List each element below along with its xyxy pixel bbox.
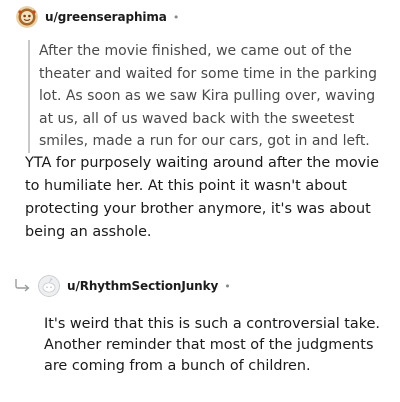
username-link[interactable]: u/greenseraphima bbox=[45, 10, 167, 24]
username-link[interactable]: u/RhythmSectionJunky bbox=[67, 279, 218, 293]
quoted-text: After the movie finished, we came out of… bbox=[28, 40, 389, 153]
separator-dot: • bbox=[172, 10, 180, 24]
comment-body: YTA for purposely waiting around after t… bbox=[25, 155, 380, 240]
default-avatar-icon bbox=[38, 275, 60, 297]
separator-dot: • bbox=[224, 279, 231, 293]
comment-body: It's weird that this is such a controver… bbox=[44, 316, 380, 374]
user-avatar[interactable] bbox=[16, 6, 38, 28]
reply-header: u/RhythmSectionJunky • bbox=[38, 275, 231, 297]
reply-arrow-icon bbox=[15, 279, 30, 292]
snoo-avatar-icon bbox=[16, 6, 38, 28]
comment-header: u/greenseraphima • bbox=[16, 6, 179, 28]
user-avatar[interactable] bbox=[38, 275, 60, 297]
